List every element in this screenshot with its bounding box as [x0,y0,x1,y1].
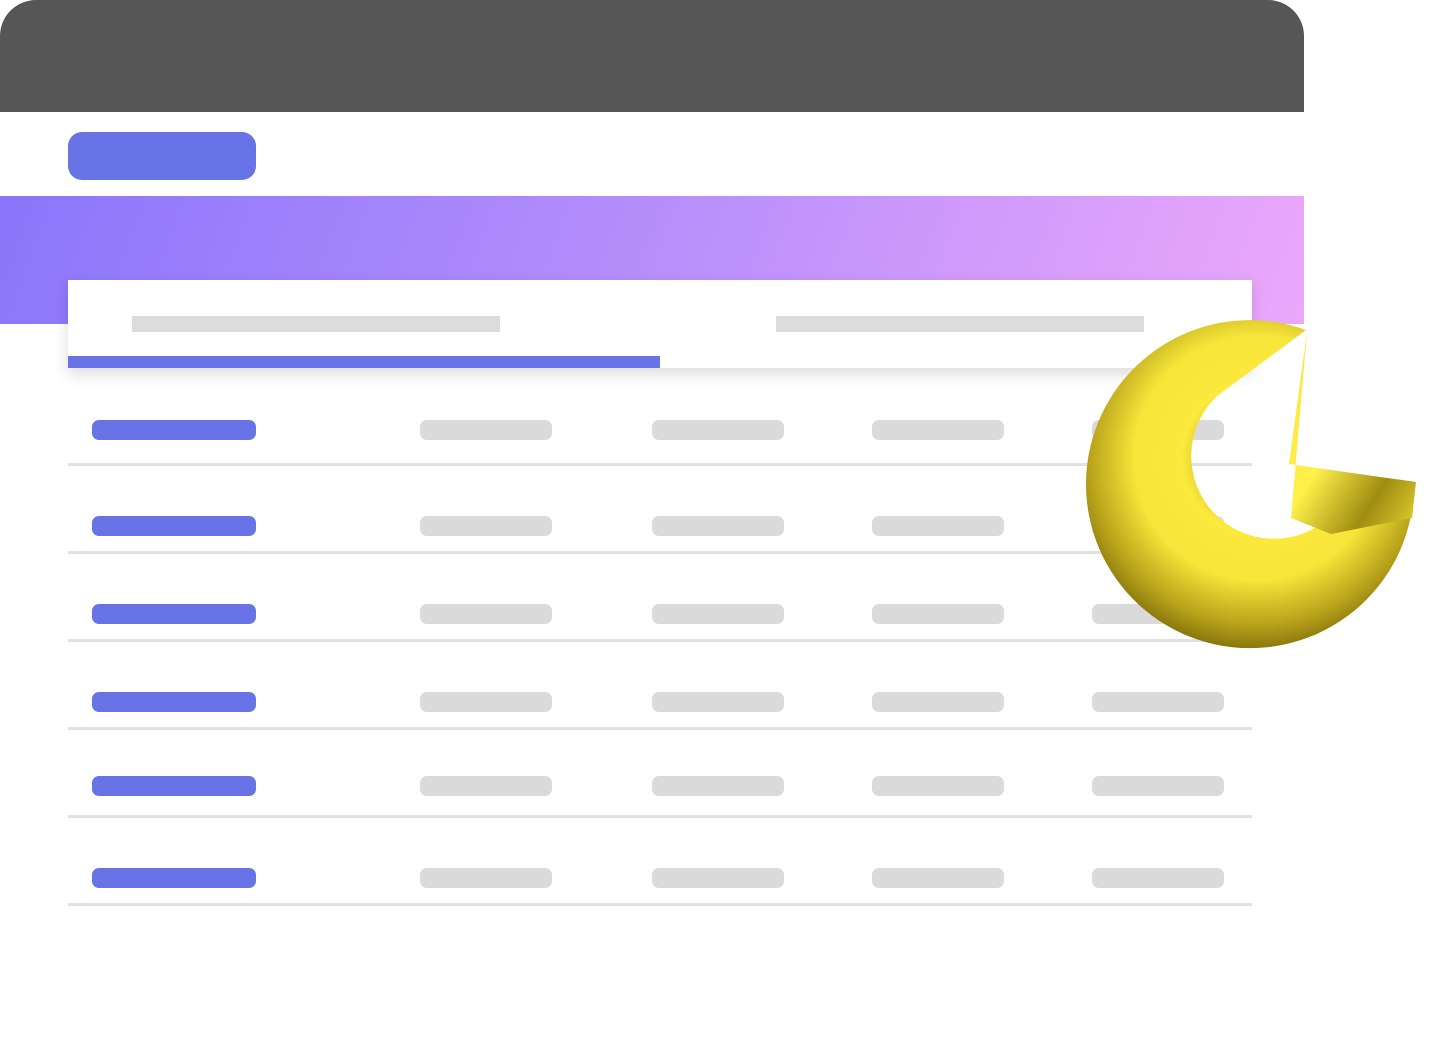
table-row[interactable] [68,818,1252,906]
cell-placeholder [1092,868,1224,888]
window-titlebar [0,0,1304,112]
cell-placeholder [872,420,1004,440]
cell-placeholder [420,420,552,440]
table-row[interactable] [68,380,1252,466]
row-link-placeholder[interactable] [92,604,256,624]
tab-bar [68,280,1252,368]
active-tab-indicator [68,356,660,368]
cell-placeholder [1092,692,1224,712]
table-row[interactable] [68,554,1252,642]
cell-placeholder [420,692,552,712]
cell-placeholder [652,604,784,624]
table-row[interactable] [68,466,1252,554]
row-link-placeholder[interactable] [92,420,256,440]
cell-placeholder [420,516,552,536]
cell-placeholder [420,776,552,796]
cell-placeholder [652,776,784,796]
table-row[interactable] [68,642,1252,730]
cell-placeholder [420,868,552,888]
cell-placeholder [652,420,784,440]
primary-action-button[interactable] [68,132,256,180]
app-window [0,0,1436,1048]
row-divider [68,903,1252,906]
row-link-placeholder[interactable] [92,516,256,536]
cell-placeholder [872,776,1004,796]
row-link-placeholder[interactable] [92,692,256,712]
cell-placeholder [1092,776,1224,796]
table-row[interactable] [68,730,1252,818]
cell-placeholder [872,604,1004,624]
cell-placeholder [872,692,1004,712]
cell-placeholder [652,868,784,888]
tab-label-placeholder [132,316,500,332]
row-link-placeholder[interactable] [92,868,256,888]
cell-placeholder [420,604,552,624]
cell-placeholder [872,868,1004,888]
cell-placeholder [652,692,784,712]
pie-slice [1289,332,1416,534]
cell-placeholder [652,516,784,536]
row-link-placeholder[interactable] [92,776,256,796]
pie-slice-guide-32 [1292,330,1416,480]
yellow-3d-pie-chart-icon [1086,320,1416,649]
cell-placeholder [872,516,1004,536]
tab-first[interactable] [68,280,660,368]
